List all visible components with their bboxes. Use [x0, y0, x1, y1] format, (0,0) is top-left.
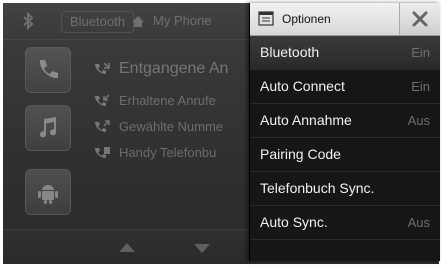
- tab-my-phone[interactable]: My Phone: [153, 11, 212, 31]
- menu-item-label: Auto Annahme: [260, 112, 352, 128]
- music-tile[interactable]: [25, 105, 71, 151]
- phonebook-icon: [95, 147, 110, 158]
- android-tile[interactable]: [25, 169, 71, 215]
- menu-item-value: Ein: [411, 79, 430, 94]
- menu-item-label: Bluetooth: [260, 44, 320, 60]
- menu-item-label: Auto Sync.: [260, 214, 328, 230]
- menu-list-icon: [258, 11, 274, 26]
- menu-item-value: Aus: [407, 215, 430, 230]
- music-note-icon: [40, 117, 57, 138]
- phone-tile[interactable]: [25, 47, 71, 93]
- options-menu-title: Optionen: [282, 12, 331, 26]
- dialed-call-icon: [95, 120, 110, 132]
- android-icon: [38, 185, 58, 204]
- menu-item-label: Telefonbuch Sync.: [260, 180, 375, 196]
- missed-call-icon: [95, 62, 110, 74]
- close-button[interactable]: [399, 3, 440, 35]
- call-list-label: Entgangene An: [119, 60, 229, 77]
- menu-item-auto-sync[interactable]: Auto Sync. Aus: [250, 206, 440, 240]
- menu-item-auto-annahme[interactable]: Auto Annahme Aus: [250, 104, 440, 138]
- menu-item-value: Aus: [407, 113, 430, 128]
- home-icon[interactable]: [131, 15, 145, 28]
- scroll-up-button[interactable]: [113, 238, 141, 258]
- scroll-down-button[interactable]: [188, 238, 216, 258]
- menu-item-auto-connect[interactable]: Auto Connect Ein: [250, 70, 440, 104]
- menu-item-label: Pairing Code: [260, 146, 341, 162]
- menu-item-telefonbuch-sync[interactable]: Telefonbuch Sync.: [250, 172, 440, 206]
- arrow-up-icon: [119, 243, 135, 252]
- phone-icon: [39, 60, 58, 79]
- tab-bluetooth[interactable]: Bluetooth: [61, 11, 134, 33]
- menu-item-bluetooth[interactable]: Bluetooth Ein: [250, 36, 440, 70]
- received-call-icon: [95, 94, 110, 106]
- arrow-down-icon: [194, 244, 210, 253]
- close-icon: [412, 11, 428, 27]
- menu-item-pairing-code[interactable]: Pairing Code: [250, 138, 440, 172]
- options-menu: Optionen Bluetooth Ein Auto Connect Ein …: [249, 3, 440, 261]
- call-list-label: Gewählte Numme: [119, 119, 224, 134]
- call-list-label: Handy Telefonbu: [119, 145, 217, 160]
- call-list-label: Erhaltene Anrufe: [119, 93, 216, 108]
- options-menu-header: Optionen: [250, 3, 440, 36]
- bluetooth-icon[interactable]: [19, 12, 37, 30]
- menu-item-value: Ein: [411, 45, 430, 60]
- menu-item-label: Auto Connect: [260, 78, 345, 94]
